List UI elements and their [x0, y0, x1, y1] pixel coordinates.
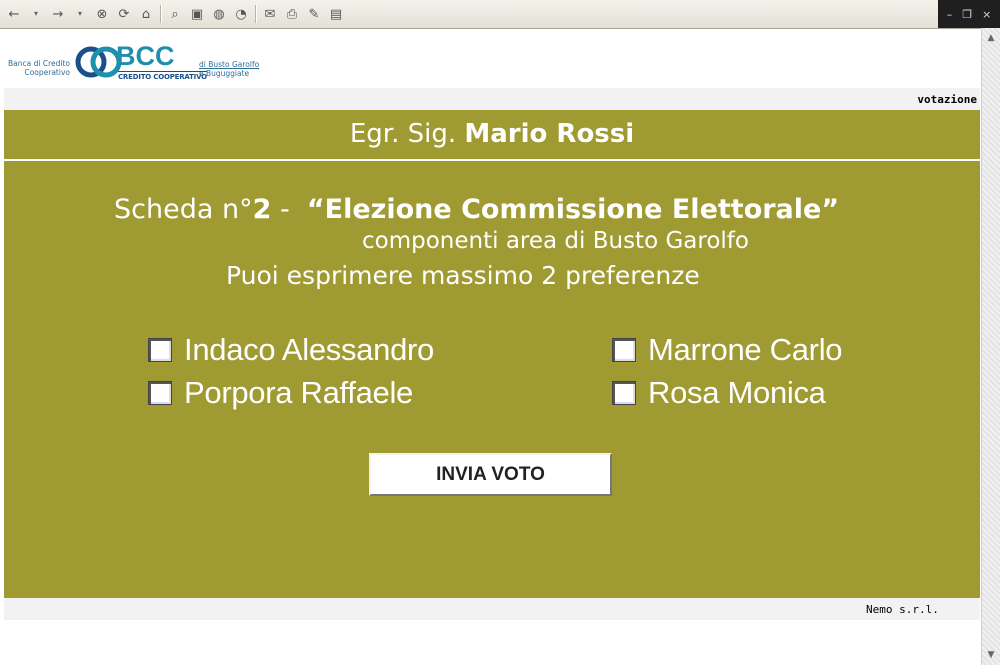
- scroll-up-icon[interactable]: ▲: [982, 30, 1000, 46]
- logo-left-line-1: Banca di Credito: [8, 59, 70, 68]
- greeting-bar: Egr. Sig. Mario Rossi: [4, 110, 980, 161]
- ballot-panel: Egr. Sig. Mario Rossi Scheda n°2 - “Elez…: [4, 110, 980, 598]
- candidate-option[interactable]: Indaco Alessandro: [148, 332, 434, 368]
- refresh-icon[interactable]: ⟳: [116, 6, 132, 22]
- logo-left-line-2: Cooperativo: [24, 68, 70, 77]
- toolbar-buttons: ← ▾ → ▾ ⊗ ⟳ ⌂ ⌕ ▣ ◍ ◔ ✉ ⎙ ✎ ▤: [6, 4, 344, 24]
- candidate-label[interactable]: Rosa Monica: [648, 375, 826, 411]
- scheda-prefix: Scheda n°: [114, 194, 253, 225]
- logo-left-text: Banca di Credito Cooperativo: [8, 59, 70, 77]
- stop-icon[interactable]: ⊗: [94, 6, 110, 22]
- close-icon[interactable]: ×: [982, 8, 991, 21]
- election-title: “Elezione Commissione Elettorale”: [306, 194, 840, 225]
- scheda-separator: -: [271, 194, 307, 225]
- voter-name: Mario Rossi: [464, 119, 635, 149]
- home-icon[interactable]: ⌂: [138, 6, 154, 22]
- browser-toolbar: ← ▾ → ▾ ⊗ ⟳ ⌂ ⌕ ▣ ◍ ◔ ✉ ⎙ ✎ ▤ – ❐ ×: [0, 0, 1000, 29]
- candidate-label[interactable]: Marrone Carlo: [648, 332, 843, 368]
- search-icon[interactable]: ⌕: [167, 6, 183, 22]
- candidate-checkbox[interactable]: [148, 338, 172, 362]
- mail-icon[interactable]: ✉: [262, 6, 278, 22]
- logo-right-line-1: di Busto Garolfo: [199, 60, 260, 69]
- logo-subbrand: CREDITO COOPERATIVO: [118, 71, 207, 81]
- toolbar-separator: [255, 5, 256, 23]
- candidate-label[interactable]: Porpora Raffaele: [184, 375, 413, 411]
- history-icon[interactable]: ◔: [233, 6, 249, 22]
- minimize-icon[interactable]: –: [947, 8, 953, 21]
- edit-icon[interactable]: ✎: [306, 6, 322, 22]
- logo-right-text: di Busto Garolfo e Buguggiate: [199, 60, 259, 78]
- candidate-checkbox[interactable]: [612, 381, 636, 405]
- candidate-checkbox[interactable]: [612, 338, 636, 362]
- ballot-instructions: Puoi esprimere massimo 2 preferenze: [226, 261, 700, 290]
- print-icon[interactable]: ⎙: [284, 6, 300, 22]
- candidate-option[interactable]: Rosa Monica: [612, 375, 826, 411]
- section-label: votazione: [917, 93, 977, 106]
- logo-brand: BCC: [116, 41, 175, 71]
- forward-icon[interactable]: →: [50, 6, 66, 22]
- bank-logo: Banca di Credito Cooperativo BCC CREDITO…: [8, 38, 268, 86]
- submit-vote-button[interactable]: INVIA VOTO: [369, 453, 612, 496]
- back-icon[interactable]: ←: [6, 6, 22, 22]
- candidate-checkbox[interactable]: [148, 381, 172, 405]
- favorites-icon[interactable]: ▣: [189, 6, 205, 22]
- back-dropdown-icon[interactable]: ▾: [28, 6, 44, 22]
- discuss-icon[interactable]: ▤: [328, 6, 344, 22]
- candidate-label[interactable]: Indaco Alessandro: [184, 332, 434, 368]
- ballot-title: Scheda n°2 - “Elezione Commissione Elett…: [114, 194, 839, 225]
- greeting: Egr. Sig. Mario Rossi: [4, 119, 980, 149]
- media-icon[interactable]: ◍: [211, 6, 227, 22]
- section-strip: votazione: [4, 88, 980, 110]
- restore-icon[interactable]: ❐: [962, 8, 972, 21]
- footer-credit: Nemo s.r.l.: [866, 603, 939, 616]
- ballot-subtitle: componenti area di Busto Garolfo: [362, 228, 749, 254]
- forward-dropdown-icon[interactable]: ▾: [72, 6, 88, 22]
- scheda-number: 2: [252, 194, 272, 225]
- vertical-scrollbar[interactable]: ▲ ▼: [981, 28, 1000, 665]
- window-controls: – ❐ ×: [938, 0, 1000, 28]
- greeting-prefix: Egr. Sig.: [349, 119, 457, 149]
- logo-right-line-2: e Buguggiate: [199, 69, 250, 78]
- toolbar-separator: [160, 5, 161, 23]
- candidate-option[interactable]: Porpora Raffaele: [148, 375, 413, 411]
- scroll-down-icon[interactable]: ▼: [982, 647, 1000, 663]
- candidate-option[interactable]: Marrone Carlo: [612, 332, 843, 368]
- footer-strip: Nemo s.r.l.: [4, 598, 980, 620]
